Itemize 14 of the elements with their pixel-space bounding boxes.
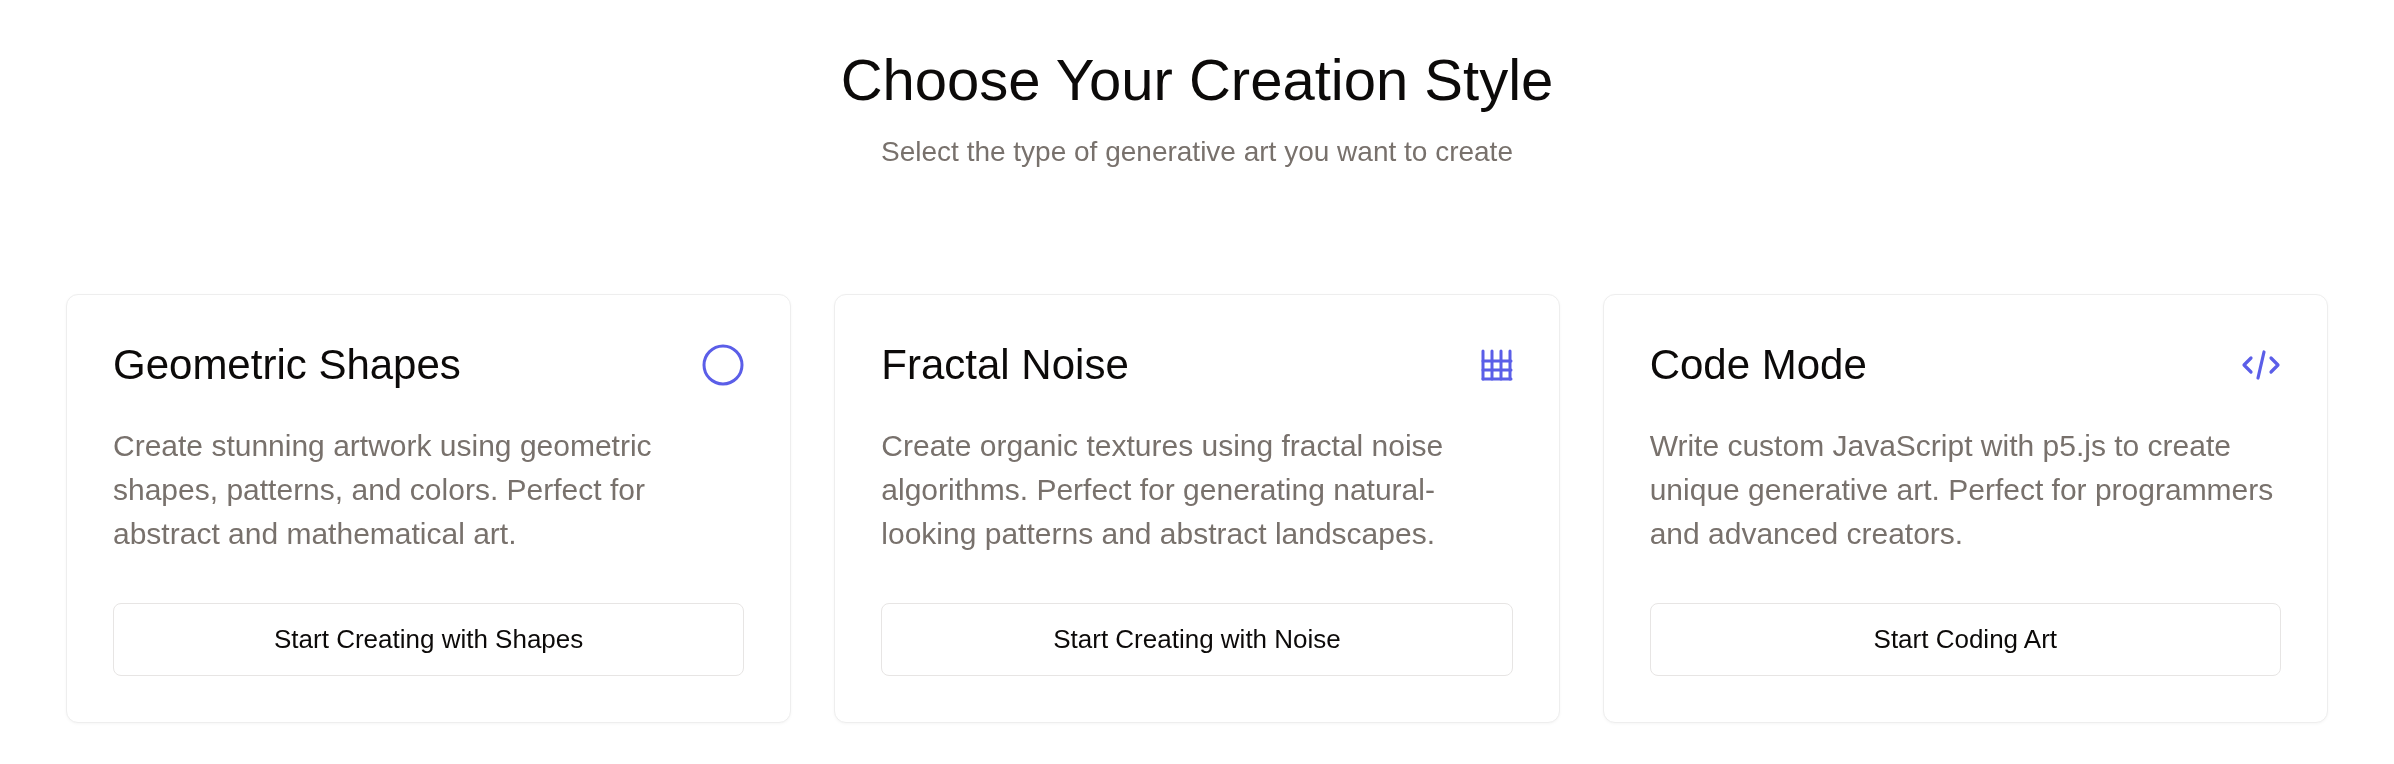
start-button[interactable]: Start Creating with Shapes bbox=[113, 603, 745, 676]
card-title: Code Mode bbox=[1649, 341, 1867, 389]
card-description: Write custom JavaScript with p5.js to create unique generative art. Perfect for programmers and advanced creators. bbox=[1649, 428, 2275, 552]
card-title: Geometric Shapes bbox=[113, 341, 461, 389]
grid-icon bbox=[1480, 349, 1513, 381]
page-title: Choose Your Creation Style bbox=[839, 46, 1555, 114]
page-subtitle: Select the type of generative art you want to create bbox=[880, 134, 1514, 169]
card-description: Create organic textures using fractal noise algorithms. Perfect for generating natural-looking patterns and abstract landscapes. bbox=[881, 428, 1445, 552]
start-button[interactable]: Start Coding Art bbox=[1649, 603, 2281, 676]
circle-icon bbox=[702, 344, 745, 386]
start-button[interactable]: Start Creating with Noise bbox=[881, 603, 1513, 676]
card-description: Create stunning artwork using geometric shapes, patterns, and colors. Perfect for abstract and mathematical art. bbox=[113, 428, 653, 552]
code-icon bbox=[2241, 349, 2281, 381]
card-title: Fractal Noise bbox=[881, 341, 1129, 389]
